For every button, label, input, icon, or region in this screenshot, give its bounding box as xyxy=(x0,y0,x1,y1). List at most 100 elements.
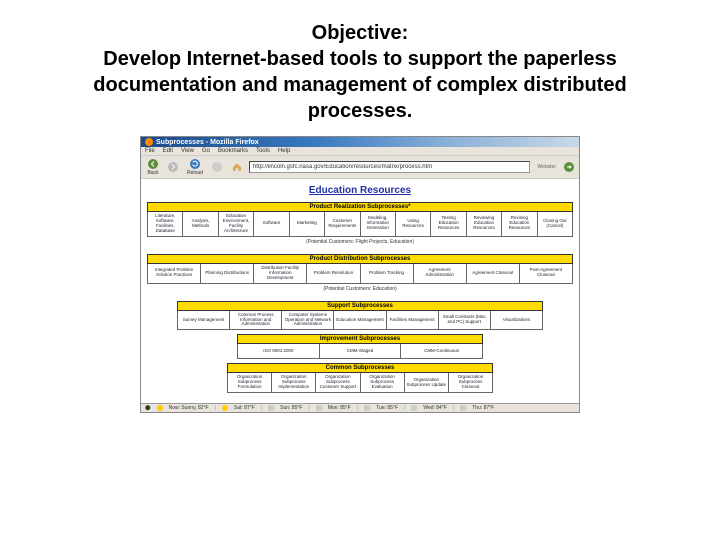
weather-mon: Mon: 85°F xyxy=(328,405,351,411)
cloud-icon xyxy=(364,405,370,411)
window-title: Subprocesses - Mozilla Firefox xyxy=(156,139,259,146)
home-button[interactable] xyxy=(229,161,245,173)
section-improvement: Improvement Subprocesses ISO 9001:2000 C… xyxy=(237,334,483,359)
section-bar: Product Realization Subprocesses* xyxy=(147,202,573,212)
browser-window: Subprocesses - Mozilla Firefox File Edit… xyxy=(140,136,580,413)
section-product-realization: Product Realization Subprocesses* Litera… xyxy=(147,202,573,250)
section-product-distribution: Product Distribution Subprocesses Integr… xyxy=(147,254,573,297)
list-item[interactable]: Education Environment, Facility Architec… xyxy=(219,212,254,236)
list-item[interactable]: Problem Resolution xyxy=(307,264,360,283)
section-support: Support Subprocesses Survey Management C… xyxy=(177,301,543,331)
list-item[interactable]: Agreement Administration xyxy=(414,264,467,283)
list-item[interactable]: Small Contracts (Mac and PC) Support xyxy=(439,311,491,330)
list-item[interactable]: Reviewing Education Resources xyxy=(467,212,502,236)
webster-badge[interactable]: Webster xyxy=(534,164,559,170)
weather-sat: Sat: 87°F xyxy=(234,405,255,411)
list-item[interactable]: Organization Subprocess Evaluation xyxy=(361,373,405,392)
section-bar: Common Subprocesses xyxy=(227,363,493,373)
list-item[interactable]: CMM-Staged xyxy=(320,344,402,358)
menu-file[interactable]: File xyxy=(145,148,155,154)
list-item[interactable]: CMM-Continuous xyxy=(401,344,483,358)
section-cells: Literature, Software, Facilities, Databa… xyxy=(147,212,573,237)
list-item[interactable]: Software xyxy=(254,212,289,236)
list-item[interactable]: Survey Management xyxy=(178,311,230,330)
section-cells: Organization Subprocess Formulation Orga… xyxy=(227,373,493,393)
section-cells: Integrated Problem Solution Practices Pl… xyxy=(147,264,573,284)
list-item[interactable]: Agreement Closeout xyxy=(467,264,520,283)
menu-view[interactable]: View xyxy=(181,148,194,154)
menu-edit[interactable]: Edit xyxy=(163,148,173,154)
page-heading: Education Resources xyxy=(147,185,573,196)
list-item[interactable]: Customer Requirements xyxy=(325,212,360,236)
list-item[interactable]: Common Process Information and Administr… xyxy=(230,311,282,330)
statusbar: ⬤ Now: Sunny, 82°F | Sat: 87°F | Sun: 85… xyxy=(141,403,579,412)
menubar: File Edit View Go Bookmarks Tools Help xyxy=(141,147,579,156)
section-bar: Improvement Subprocesses xyxy=(237,334,483,344)
list-item[interactable]: Closing Out (Cancel) xyxy=(538,212,573,236)
reload-icon xyxy=(189,158,201,170)
url-input[interactable] xyxy=(249,161,531,173)
go-icon[interactable] xyxy=(563,161,575,173)
list-item[interactable]: Revising Education Resources xyxy=(502,212,537,236)
reload-label: Reload xyxy=(187,170,203,176)
forward-button[interactable] xyxy=(165,161,181,173)
list-item[interactable]: Post-Agreement Closeout xyxy=(520,264,573,283)
menu-help[interactable]: Help xyxy=(278,148,290,154)
back-label: Back xyxy=(147,170,158,176)
sun-icon xyxy=(222,405,228,411)
list-item[interactable]: Organization Subprocess Update xyxy=(405,373,449,392)
list-item[interactable]: Analysis, Methods xyxy=(183,212,218,236)
stop-button[interactable] xyxy=(209,161,225,173)
section-cells: ISO 9001:2000 CMM-Staged CMM-Continuous xyxy=(237,344,483,359)
slide-title-line1: Objective: xyxy=(40,20,680,46)
list-item[interactable]: Education Management xyxy=(334,311,386,330)
page-content: Education Resources Product Realization … xyxy=(141,179,579,403)
list-item[interactable]: Computer Systems Operation and Network A… xyxy=(282,311,334,330)
list-item[interactable]: Modeling, Information Generation xyxy=(361,212,396,236)
list-item[interactable]: Organization Subprocess Formulation xyxy=(228,373,272,392)
list-item[interactable]: Organization Subprocess Implementation xyxy=(272,373,316,392)
back-button[interactable]: Back xyxy=(145,158,161,176)
weather-thu: Thu: 87°F xyxy=(472,405,494,411)
status-indicator: ⬤ xyxy=(145,405,151,411)
list-item[interactable]: Testing Education Resources xyxy=(431,212,466,236)
menu-tools[interactable]: Tools xyxy=(256,148,270,154)
sun-icon xyxy=(157,405,163,411)
section-common: Common Subprocesses Organization Subproc… xyxy=(227,363,493,393)
slide-title-rest: Develop Internet-based tools to support … xyxy=(40,46,680,124)
slide-title: Objective: Develop Internet-based tools … xyxy=(0,0,720,132)
window-titlebar: Subprocesses - Mozilla Firefox xyxy=(141,137,579,147)
stop-icon xyxy=(211,161,223,173)
list-item[interactable]: Facilities Management xyxy=(387,311,439,330)
weather-now: Now: Sunny, 82°F xyxy=(169,405,209,411)
cloud-icon xyxy=(411,405,417,411)
list-item[interactable]: Visualizations xyxy=(491,311,543,330)
weather-sun: Sun: 85°F xyxy=(280,405,302,411)
forward-arrow-icon xyxy=(167,161,179,173)
menu-go[interactable]: Go xyxy=(202,148,210,154)
list-item[interactable]: Integrated Problem Solution Practices xyxy=(148,264,201,283)
list-item[interactable]: Distribution Facility Information Develo… xyxy=(254,264,307,283)
list-item[interactable]: ISO 9001:2000 xyxy=(238,344,320,358)
cloud-icon xyxy=(460,405,466,411)
list-item[interactable]: Using Resources xyxy=(396,212,431,236)
list-item[interactable]: Planning Distributions xyxy=(201,264,254,283)
toolbar: Back Reload Webster xyxy=(141,156,579,179)
cloud-icon xyxy=(268,405,274,411)
menu-bookmarks[interactable]: Bookmarks xyxy=(218,148,248,154)
weather-tue: Tue: 85°F xyxy=(376,405,398,411)
section-bar: Support Subprocesses xyxy=(177,301,543,311)
section-caption: (Potential Customers: Education) xyxy=(147,284,573,297)
reload-button[interactable]: Reload xyxy=(185,158,205,176)
firefox-icon xyxy=(145,138,153,146)
list-item[interactable]: Marketing xyxy=(290,212,325,236)
home-icon xyxy=(231,161,243,173)
weather-wed: Wed: 84°F xyxy=(423,405,447,411)
section-caption: (Potential Customers: Flight Projects, E… xyxy=(147,237,573,250)
section-bar: Product Distribution Subprocesses xyxy=(147,254,573,264)
list-item[interactable]: Organization Subprocess Customer Support xyxy=(316,373,360,392)
list-item[interactable]: Problem Tracking xyxy=(361,264,414,283)
list-item[interactable]: Organization Subprocess Closeout xyxy=(449,373,493,392)
back-arrow-icon xyxy=(147,158,159,170)
list-item[interactable]: Literature, Software, Facilities, Databa… xyxy=(148,212,183,236)
